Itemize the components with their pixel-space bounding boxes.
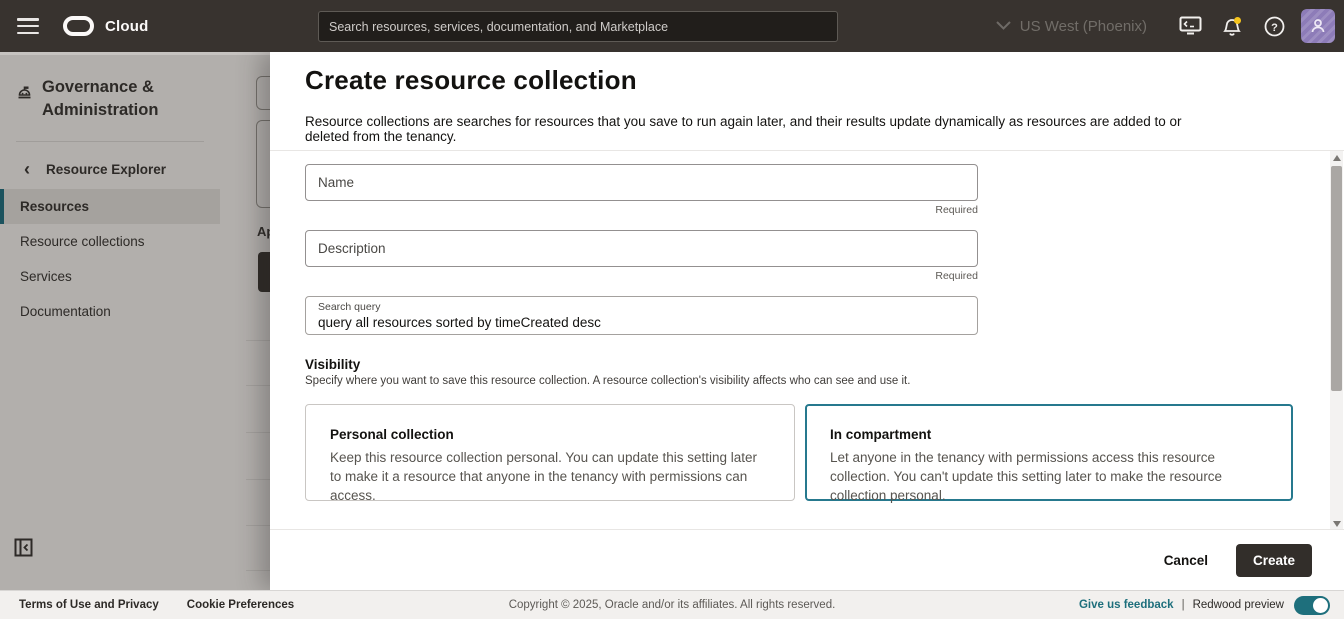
redwood-preview-toggle[interactable] <box>1294 596 1330 615</box>
brand[interactable]: Cloud <box>63 16 149 36</box>
scroll-up-arrow[interactable] <box>1330 151 1343 165</box>
option-title: Personal collection <box>330 427 768 442</box>
clipped-apply-label: Ap <box>257 224 270 239</box>
option-description: Keep this resource collection personal. … <box>330 449 768 506</box>
governance-icon <box>16 85 33 123</box>
sidebar-back-label: Resource Explorer <box>46 162 166 177</box>
chevron-down-icon[interactable] <box>996 17 1011 35</box>
sidebar-section-title: Governance & Administration <box>42 76 206 123</box>
collapse-sidebar-icon[interactable] <box>14 538 33 562</box>
sidebar-back-resource-explorer[interactable]: ‹ Resource Explorer <box>0 142 220 189</box>
vertical-scrollbar[interactable] <box>1330 151 1343 531</box>
create-button[interactable]: Create <box>1236 544 1312 577</box>
sidebar-item-services[interactable]: Services <box>0 259 220 294</box>
sidebar-item-resource-collections[interactable]: Resource collections <box>0 224 220 259</box>
oracle-logo-icon <box>63 16 94 36</box>
left-sidebar: Governance & Administration ‹ Resource E… <box>0 52 220 590</box>
notifications-bell-icon[interactable] <box>1211 0 1253 52</box>
sidebar-item-documentation[interactable]: Documentation <box>0 294 220 329</box>
option-title: In compartment <box>830 427 1266 442</box>
dimmed-background-page: Ap <box>220 52 270 590</box>
terms-link[interactable]: Terms of Use and Privacy <box>19 599 159 611</box>
create-resource-collection-panel: Create resource collection Resource coll… <box>270 52 1344 590</box>
help-icon[interactable]: ? <box>1253 0 1295 52</box>
visibility-option-in-compartment[interactable]: In compartment Let anyone in the tenancy… <box>805 404 1293 501</box>
user-profile-avatar[interactable] <box>1301 9 1335 43</box>
form-scroll-region: Required Required Search query Visibilit… <box>270 150 1344 530</box>
brand-label: Cloud <box>105 18 149 35</box>
dimmed-page-top-edge <box>0 52 270 55</box>
sidebar-item-resources[interactable]: Resources <box>0 189 220 224</box>
chevron-left-icon: ‹ <box>24 163 30 175</box>
description-required-note: Required <box>305 270 978 282</box>
visibility-option-personal-collection[interactable]: Personal collection Keep this resource c… <box>305 404 795 501</box>
global-footer: Terms of Use and Privacy Cookie Preferen… <box>0 590 1344 619</box>
visibility-subheading: Specify where you want to save this reso… <box>305 375 910 387</box>
name-required-note: Required <box>305 204 978 216</box>
description-input[interactable] <box>306 231 977 266</box>
give-feedback-link[interactable]: Give us feedback <box>1079 599 1174 611</box>
hamburger-menu-icon[interactable] <box>17 18 39 34</box>
redwood-preview-label: Redwood preview <box>1193 599 1284 611</box>
cookie-preferences-link[interactable]: Cookie Preferences <box>187 599 294 611</box>
description-field[interactable] <box>305 230 978 267</box>
footer-separator: | <box>1182 599 1185 611</box>
global-search-input[interactable] <box>318 11 838 42</box>
svg-text:?: ? <box>1271 22 1278 34</box>
panel-title: Create resource collection <box>305 65 637 96</box>
name-input[interactable] <box>306 165 977 200</box>
search-query-label: Search query <box>318 301 965 314</box>
panel-action-bar: Cancel Create <box>270 530 1344 590</box>
top-navigation-bar: Cloud US West (Phoenix) ? <box>0 0 1344 52</box>
name-field[interactable] <box>305 164 978 201</box>
cloud-shell-icon[interactable] <box>1169 0 1211 52</box>
visibility-heading: Visibility <box>305 357 360 372</box>
region-selector[interactable]: US West (Phoenix) <box>1020 18 1147 35</box>
background-search-button-partial <box>258 252 270 292</box>
background-textarea-partial <box>256 120 270 208</box>
copyright-text: Copyright © 2025, Oracle and/or its affi… <box>509 599 836 611</box>
background-input-partial <box>256 76 270 110</box>
search-query-field[interactable]: Search query <box>305 296 978 335</box>
scroll-down-arrow[interactable] <box>1330 517 1343 531</box>
toggle-knob <box>1313 598 1328 613</box>
panel-subtitle: Resource collections are searches for re… <box>305 114 1225 144</box>
cancel-button[interactable]: Cancel <box>1164 553 1208 568</box>
option-description: Let anyone in the tenancy with permissio… <box>830 449 1266 506</box>
scrollbar-thumb[interactable] <box>1331 166 1342 391</box>
search-query-input[interactable] <box>318 315 965 330</box>
